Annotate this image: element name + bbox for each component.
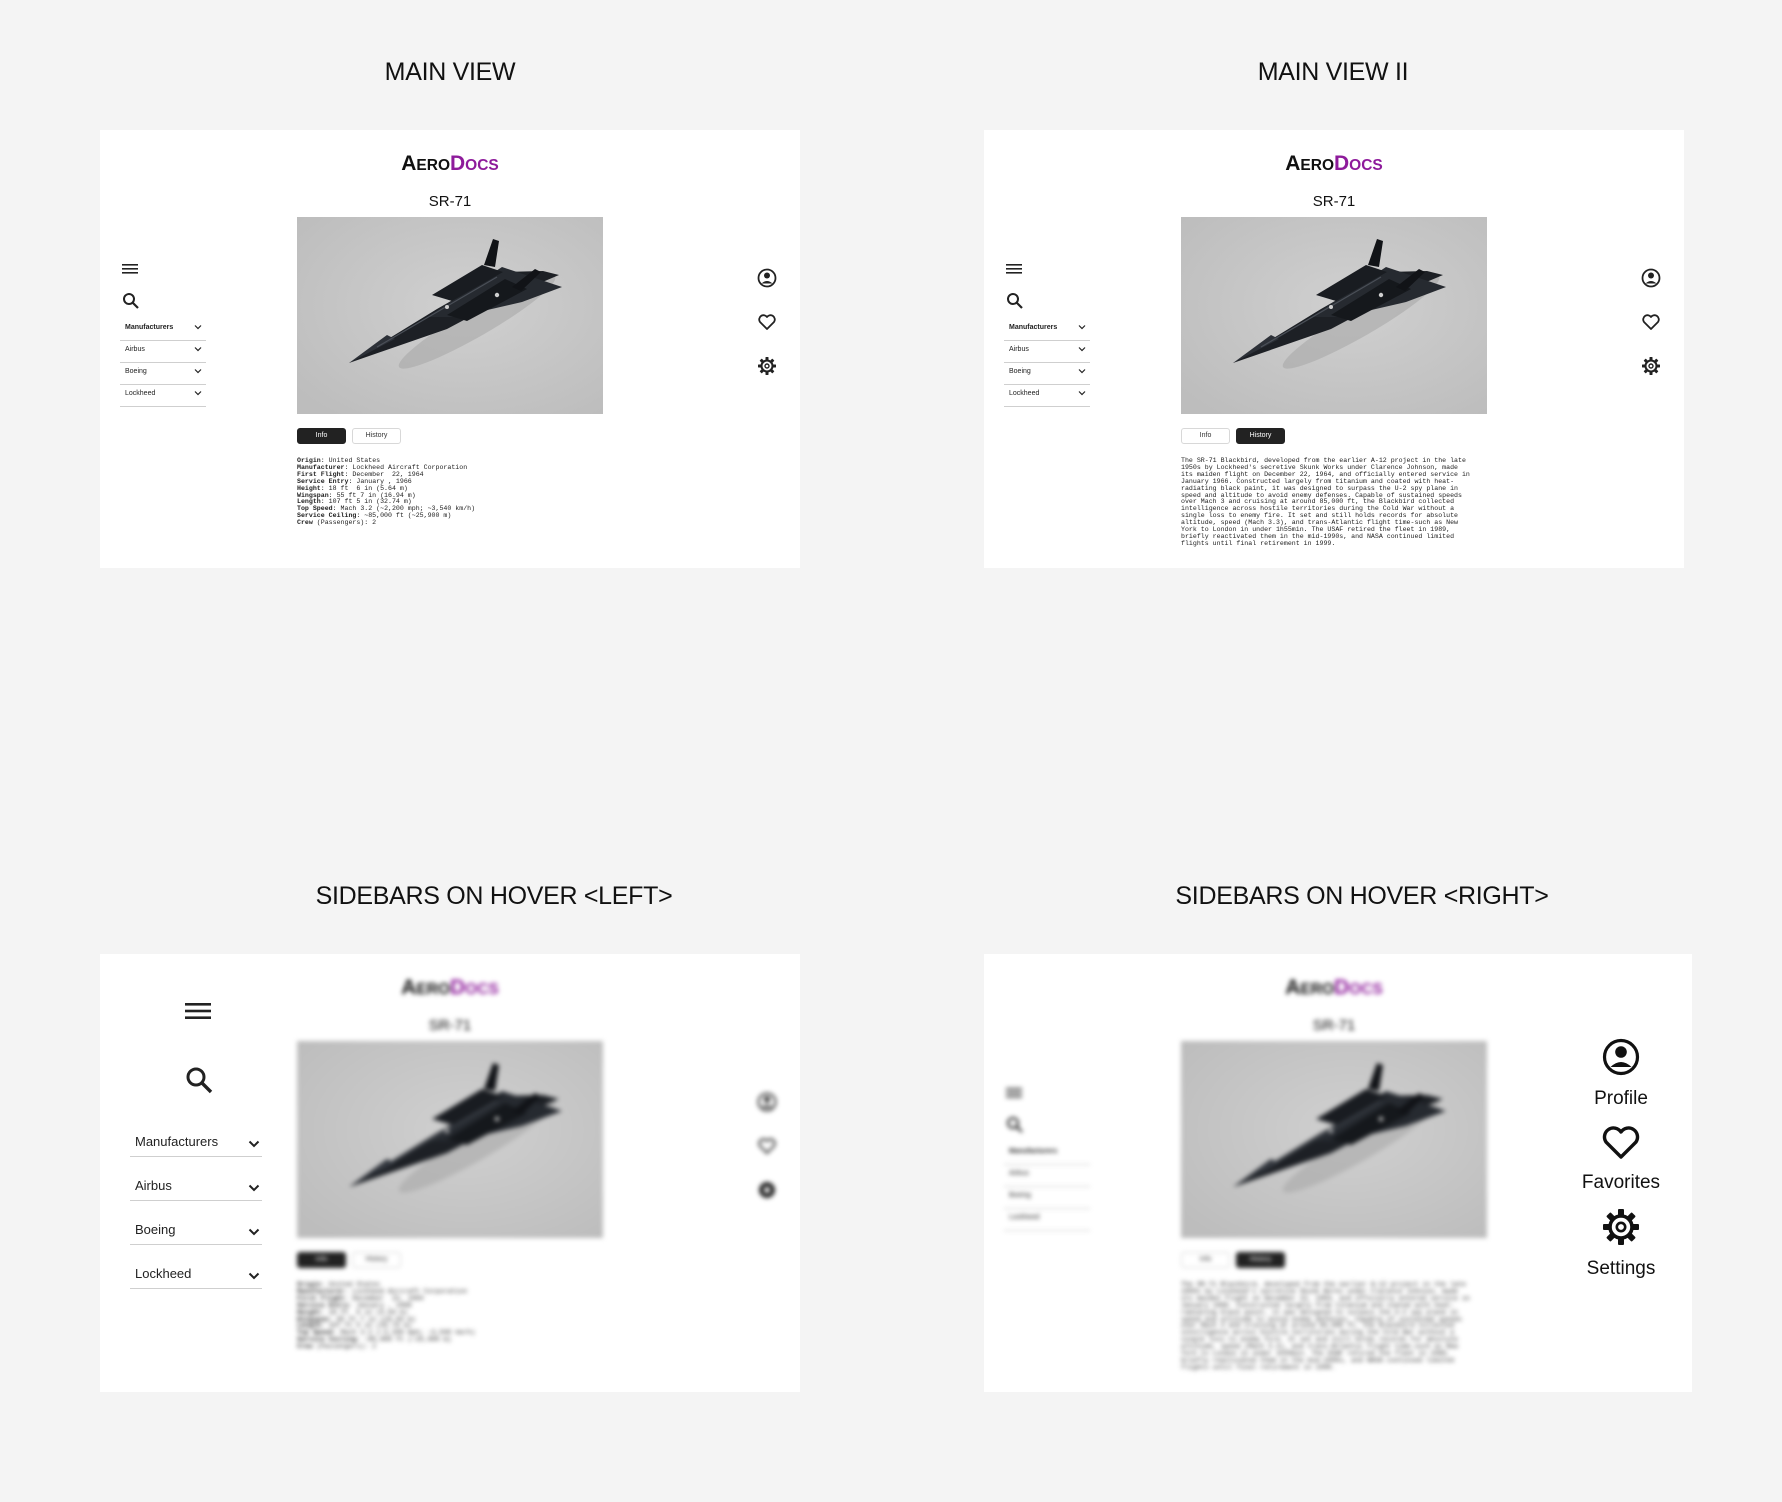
heart-icon[interactable] [757,312,777,337]
tab-info[interactable]: Info [297,428,346,444]
menu-icon[interactable] [1006,1086,1022,1105]
history-line: flights until final retirement in 1999. [1181,539,1336,547]
dropdown-lockheed[interactable]: Lockheed [130,1258,262,1289]
dropdown-manufacturers[interactable]: Manufacturers [1004,320,1090,341]
aircraft-image [297,1041,603,1238]
spec-key: Crew [297,1343,313,1351]
dropdown-airbus[interactable]: Airbus [120,342,206,363]
chevron-down-icon [248,1137,260,1152]
detail-tabs: Info History [297,428,517,444]
settings-item[interactable]: Settings [1546,1208,1692,1280]
app-logo: AERODOCS [1285,152,1383,175]
chevron-down-icon [1078,345,1086,355]
app-logo: AERODOCS [401,152,499,175]
spec-value: (Passengers): 2 [312,1343,377,1351]
menu-icon[interactable] [185,1000,211,1027]
history-line: flights until final retirement in 1999. [1181,1363,1336,1371]
profile-icon [1602,1038,1640,1081]
tab-history[interactable]: History [352,428,401,444]
dropdown-manufacturers[interactable]: Manufacturers [1004,1144,1090,1165]
aircraft-title: SR-71 [1312,1017,1356,1034]
chevron-down-icon [194,389,202,399]
spec-row: Crew (Passengers): 2 [297,519,587,527]
dropdown-lockheed[interactable]: Lockheed [1004,1210,1090,1231]
main-view-frame: AERODOCS SR-71 Manufacturers Airbus Boei… [100,130,800,568]
dropdown-boeing[interactable]: Boeing [1004,1188,1090,1209]
menu-icon[interactable] [1006,262,1022,281]
aircraft-image [297,217,603,414]
detail-tabs: Info History [1181,428,1401,444]
profile-icon[interactable] [757,268,777,293]
chevron-down-icon [1078,389,1086,399]
dropdown-boeing[interactable]: Boeing [130,1214,262,1245]
menu-icon[interactable] [122,262,138,281]
search-icon[interactable] [185,1066,213,1099]
search-icon[interactable] [1006,1116,1024,1139]
dropdown-manufacturers[interactable]: Manufacturers [130,1126,262,1157]
tab-history[interactable]: History [352,1252,401,1268]
dropdown-boeing[interactable]: Boeing [1004,364,1090,385]
aircraft-image [1181,217,1487,414]
aircraft-title: SR-71 [1312,193,1356,210]
hover-right-frame: AERODOCS SR-71 Manufacturers Airbus Boei… [984,954,1692,1392]
dropdown-airbus[interactable]: Airbus [130,1170,262,1201]
section-title-hover-left: SIDEBARS ON HOVER <LEFT> [315,882,673,910]
spec-value: (Passengers): 2 [312,519,377,527]
hover-left-frame: AERODOCS SR-71 Info History Origin: Unit… [100,954,800,1392]
profile-icon[interactable] [757,1092,777,1117]
tab-info[interactable]: Info [297,1252,346,1268]
chevron-down-icon [248,1225,260,1240]
chevron-down-icon [194,367,202,377]
section-title-main-view-ii: MAIN VIEW II [1257,58,1409,86]
heart-icon[interactable] [757,1136,777,1161]
spec-row: Crew (Passengers): 2 [297,1343,587,1351]
tab-info[interactable]: Info [1181,1252,1230,1268]
chevron-down-icon [194,323,202,333]
chevron-down-icon [1078,323,1086,333]
tab-history[interactable]: History [1236,428,1285,444]
heart-icon[interactable] [1641,312,1661,337]
profile-icon[interactable] [1641,268,1661,293]
dropdown-airbus[interactable]: Airbus [1004,1166,1090,1187]
gear-icon [1602,1209,1640,1251]
chevron-down-icon [1078,367,1086,377]
specs-list: Origin: United States Manufacturer: Lockh… [297,1281,587,1351]
detail-tabs: Info History [1181,1252,1401,1268]
chevron-down-icon [248,1181,260,1196]
specs-list: Origin: United States Manufacturer: Lockh… [297,457,587,527]
section-title-main-view: MAIN VIEW [384,58,516,86]
gear-icon[interactable] [1641,356,1661,381]
dropdown-airbus[interactable]: Airbus [1004,342,1090,363]
history-text: The SR-71 Blackbird, developed from the … [1181,457,1487,548]
chevron-down-icon [248,1269,260,1284]
profile-item[interactable]: Profile [1546,1038,1692,1110]
tab-info[interactable]: Info [1181,428,1230,444]
gear-icon[interactable] [757,1180,777,1205]
main-view-ii-frame: AERODOCS SR-71 Manufacturers Airbus Boei… [984,130,1684,568]
app-logo: AERODOCS [401,976,499,999]
dropdown-lockheed[interactable]: Lockheed [1004,386,1090,407]
history-text: The SR-71 Blackbird, developed from the … [1181,1281,1487,1372]
gear-icon[interactable] [757,356,777,381]
aircraft-image [1181,1041,1487,1238]
tab-history[interactable]: History [1236,1252,1285,1268]
dropdown-lockheed[interactable]: Lockheed [120,386,206,407]
app-logo: AERODOCS [1285,976,1383,999]
dropdown-boeing[interactable]: Boeing [120,364,206,385]
dropdown-manufacturers[interactable]: Manufacturers [120,320,206,341]
chevron-down-icon [194,345,202,355]
section-title-hover-right: SIDEBARS ON HOVER <RIGHT> [1175,882,1549,910]
search-icon[interactable] [1006,292,1024,315]
detail-tabs: Info History [297,1252,517,1268]
heart-icon [1601,1126,1641,1165]
spec-key: Crew [297,519,313,527]
search-icon[interactable] [122,292,140,315]
favorites-item[interactable]: Favorites [1546,1124,1692,1194]
aircraft-title: SR-71 [428,193,472,210]
